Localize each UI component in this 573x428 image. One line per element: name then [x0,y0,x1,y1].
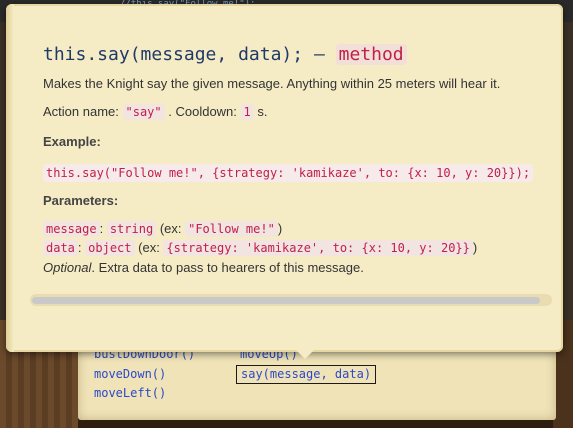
parameter-type: string [106,221,157,237]
title-dash: – [313,44,325,65]
cooldown-unit: s. [257,104,268,119]
parameter-ex-prefix: (ex: [138,240,160,255]
method-signature: this.say(message, data); [43,44,304,65]
parameters-heading: Parameters: [43,193,119,208]
parameter-example: {strategy: 'kamikaze', to: {x: 10, y: 20… [163,240,473,256]
action-name-label: Action name: [43,104,119,119]
parameter-type: object [85,240,135,256]
popover-edge [6,4,14,352]
parameter-message: message: string (ex: "Follow me!") [43,221,283,237]
spell-item-moveleft[interactable]: moveLeft() [94,386,166,401]
horizontal-scrollbar[interactable] [30,294,552,306]
parameter-ex-prefix: (ex: [159,221,182,236]
parameter-data: data: object (ex: {strategy: 'kamikaze',… [43,240,478,256]
parameter-name: data [43,240,78,256]
action-name-row: Action name: "say" . Cooldown: 1 s. [43,104,268,120]
scrollbar-thumb[interactable] [32,297,540,304]
method-type-badge: method [335,44,407,65]
optional-note: Optional. Extra data to pass to hearers … [43,260,364,275]
parameter-ex-suffix: ) [472,240,478,255]
parameter-ex-suffix: ) [277,221,283,236]
spell-palette: bustDownDoor() moveUp() moveDown() say(m… [78,342,556,420]
method-description: Makes the Knight say the given message. … [43,76,501,91]
example-heading: Example: [43,134,101,149]
spell-item-say[interactable]: say(message, data) [236,365,377,384]
parameter-colon: : [99,221,104,236]
optional-label: Optional [43,260,92,275]
parameter-colon: : [77,240,82,255]
popover-arrow [294,348,316,359]
optional-text: . Extra data to pass to hearers of this … [91,260,364,275]
cooldown-value: 1 [240,104,254,120]
cooldown-label: . Cooldown: [168,104,237,119]
parameter-name: message [43,221,100,237]
action-name-value: "say" [122,104,165,120]
spell-item-movedown[interactable]: moveDown() [94,367,166,382]
documentation-popover: this.say(message, data); – method Makes … [6,4,563,359]
parameter-example: "Follow me!" [185,221,278,237]
example-code: this.say("Follow me!", {strategy: 'kamik… [43,164,534,182]
popover-title: this.say(message, data); – method [43,44,407,65]
